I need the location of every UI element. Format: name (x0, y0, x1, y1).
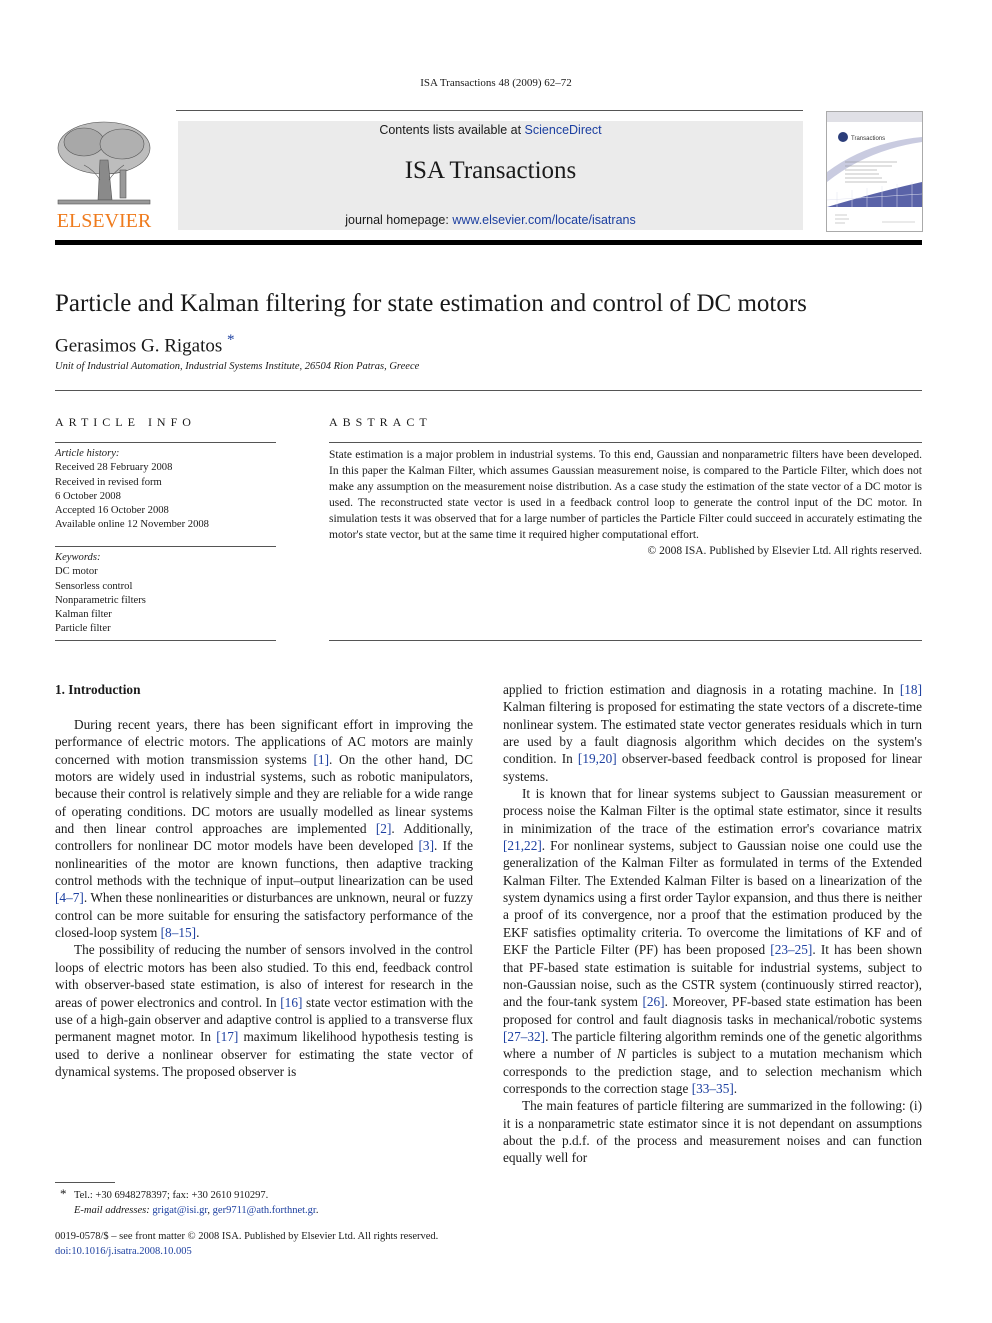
history-entry: Available online 12 November 2008 (55, 519, 209, 531)
text-run: . When these nonlinearities or disturban… (55, 890, 473, 941)
citation-link[interactable]: [3] (419, 838, 435, 853)
citation-link[interactable]: [23–25] (770, 942, 812, 957)
citation-link[interactable]: [4–7] (55, 890, 84, 905)
cover-image-icon: Transactions (827, 112, 922, 224)
keyword: Kalman filter (55, 609, 112, 621)
running-head: ISA Transactions 48 (2009) 62–72 (420, 77, 572, 89)
text-run: The main features of particle filtering … (503, 1098, 922, 1166)
text-run: . (733, 1080, 738, 1096)
history-entry: Received in revised form (55, 476, 162, 488)
journal-cover-thumbnail[interactable]: Transactions (826, 111, 923, 232)
paragraph: During recent years, there has been sign… (55, 716, 473, 941)
divider (55, 442, 276, 443)
keywords-list: DC motor Sensorless control Nonparametric … (55, 565, 276, 636)
citation-link[interactable]: [1] (314, 752, 330, 767)
citation-link[interactable]: [26] (642, 994, 664, 1009)
author-name: Gerasimos G. Rigatos (55, 335, 223, 357)
section-heading: 1. Introduction (55, 682, 141, 697)
left-paragraphs: During recent years, there has been sign… (55, 716, 473, 1080)
article-info-heading: ARTICLE INFO (55, 415, 196, 429)
citation-link[interactable]: [18] (900, 682, 922, 697)
keyword: Particle filter (55, 623, 111, 635)
keyword: DC motor (55, 566, 98, 578)
doi-link[interactable]: doi:10.1016/j.isatra.2008.10.005 (55, 1246, 192, 1257)
citation-link[interactable]: [8–15] (161, 925, 196, 940)
article-title: Particle and Kalman filtering for state … (55, 290, 807, 317)
body-column-left: 1. Introduction During recent years, the… (55, 681, 473, 1080)
abstract-text: State estimation is a major problem in i… (329, 449, 922, 541)
paragraph: The possibility of reducing the number o… (55, 941, 473, 1080)
keywords: Keywords: DC motor Sensorless control Nonp… (55, 551, 276, 637)
citation-link[interactable]: [2] (376, 821, 392, 836)
divider (329, 640, 922, 641)
issn-line: 0019-0578/$ – see front matter © 2008 IS… (55, 1231, 439, 1242)
journal-banner: Contents lists available at ScienceDirec… (178, 121, 803, 230)
divider (55, 640, 276, 641)
affiliation: Unit of Industrial Automation, Industria… (55, 361, 420, 372)
divider (55, 546, 276, 547)
tree-icon (57, 121, 151, 205)
text-run: . (196, 925, 200, 941)
front-matter: 0019-0578/$ – see front matter © 2008 IS… (55, 1229, 438, 1259)
text-run: . For nonlinear systems, subject to Gaus… (503, 838, 922, 958)
email-link[interactable]: ger9711@ath.forthnet.gr (213, 1205, 316, 1216)
footnote-contact: * Tel.: +30 6948278397; fax: +30 2610 910… (60, 1186, 318, 1203)
citation-link[interactable]: [17] (216, 1029, 238, 1044)
citation-link[interactable]: [21,22] (503, 838, 542, 853)
keyword: Nonparametric filters (55, 594, 146, 606)
header-rule (176, 110, 803, 111)
abstract: State estimation is a major problem in i… (329, 447, 922, 559)
contact-numbers: Tel.: +30 6948278397; fax: +30 2610 9102… (74, 1190, 269, 1201)
history-entry: Accepted 16 October 2008 (55, 505, 169, 517)
footnote-rule (55, 1182, 115, 1183)
history-list: Received 28 February 2008 Received in rev… (55, 461, 276, 532)
email-label: E-mail addresses: (74, 1205, 153, 1216)
math-symbol: N (617, 1046, 626, 1062)
contents-line: Contents lists available at ScienceDirec… (178, 123, 803, 137)
keyword: Sensorless control (55, 580, 133, 592)
citation-link[interactable]: [27–32] (503, 1029, 545, 1044)
text-run: It is known that for linear systems subj… (503, 786, 922, 836)
abstract-copyright: © 2008 ISA. Published by Elsevier Ltd. A… (647, 545, 922, 557)
contents-prefix: Contents lists available at (379, 123, 525, 137)
homepage-line: journal homepage: www.elsevier.com/locat… (178, 213, 803, 227)
footnote-mark: * (60, 1186, 67, 1201)
divider (55, 390, 922, 391)
journal-title: ISA Transactions (404, 157, 577, 184)
journal-homepage-link[interactable]: www.elsevier.com/locate/isatrans (452, 213, 635, 227)
footnote-emails: E-mail addresses: grigat@isi.gr, ger9711… (60, 1203, 318, 1218)
elsevier-wordmark: ELSEVIER (56, 210, 152, 232)
text-run: applied to friction estimation and diagn… (503, 682, 900, 697)
footnote: * Tel.: +30 6948278397; fax: +30 2610 910… (60, 1186, 318, 1218)
cover-title: Transactions (851, 136, 885, 142)
citation-link[interactable]: [16] (280, 995, 302, 1010)
citation-link[interactable]: [33–35] (692, 1081, 734, 1096)
author-line: Gerasimos G. Rigatos * (55, 332, 235, 357)
article-history: Article history: Received 28 February 20… (55, 447, 276, 533)
author-footnote-mark[interactable]: * (227, 332, 235, 348)
paragraph: applied to friction estimation and diagn… (503, 681, 922, 785)
keywords-label: Keywords: (55, 552, 101, 563)
divider (329, 442, 922, 443)
paragraph: It is known that for linear systems subj… (503, 785, 922, 1097)
sciencedirect-link[interactable]: ScienceDirect (525, 123, 602, 137)
body-column-right: applied to friction estimation and diagn… (503, 681, 922, 1167)
header-thick-rule (55, 240, 922, 245)
paragraph: The main features of particle filtering … (503, 1097, 922, 1166)
history-entry: Received 28 February 2008 (55, 462, 173, 474)
homepage-prefix: journal homepage: (345, 213, 453, 227)
email-link[interactable]: grigat@isi.gr (152, 1205, 207, 1216)
abstract-heading: ABSTRACT (329, 415, 432, 429)
citation-link[interactable]: [19,20] (578, 751, 617, 766)
right-paragraphs: applied to friction estimation and diagn… (503, 681, 922, 1167)
history-label: Article history: (55, 448, 120, 459)
history-entry: 6 October 2008 (55, 490, 121, 502)
